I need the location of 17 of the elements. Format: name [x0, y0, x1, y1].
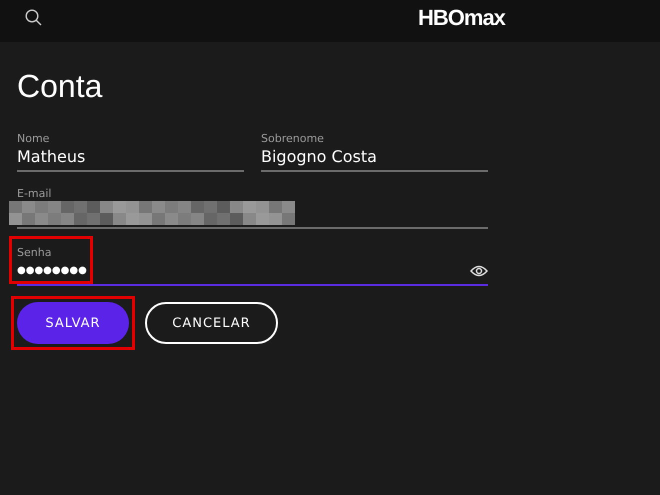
input-field[interactable]: Sobrenome Bigogno Costa [261, 128, 488, 172]
password-dots: ●●●●●●●● [17, 264, 87, 278]
cancel-button[interactable]: CANCELAR [145, 302, 278, 344]
field-value: Matheus [17, 146, 86, 168]
field-label: E-mail [17, 187, 52, 201]
eye-icon[interactable] [470, 265, 488, 277]
input-field[interactable]: Nome Matheus [17, 128, 244, 172]
field-label: Sobrenome [261, 132, 325, 146]
logo: HBOmax [418, 5, 505, 31]
input-field[interactable]: E-mail [17, 185, 488, 229]
save-button[interactable]: SALVAR [17, 302, 129, 344]
field-label: Nome [17, 132, 50, 146]
field-value: Bigogno Costa [261, 146, 378, 168]
page-title: Conta [17, 67, 104, 106]
field-label: Senha [17, 246, 52, 260]
password-field[interactable]: Senha ●●●●●●●● [17, 242, 488, 286]
search-icon[interactable] [25, 9, 42, 26]
